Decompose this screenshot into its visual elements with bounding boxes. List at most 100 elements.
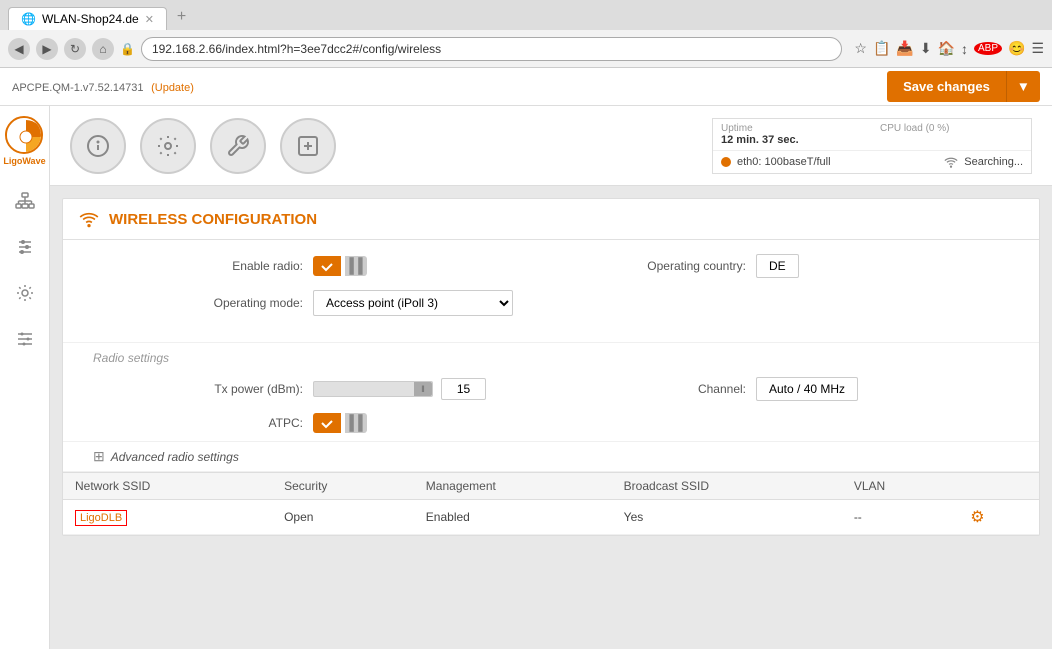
nav-tools-button[interactable] xyxy=(210,118,266,174)
table-row: LigoDLB Open Enabled Yes xyxy=(63,500,1039,535)
logo: LigoWave xyxy=(3,116,45,166)
wireless-icon xyxy=(79,209,99,229)
top-nav xyxy=(70,118,336,174)
forward-button[interactable]: ▶ xyxy=(36,38,58,60)
broadcast-value: Yes xyxy=(624,510,644,524)
advanced-label: Advanced radio settings xyxy=(111,450,239,464)
bookmark-icon[interactable]: ☆ xyxy=(854,40,867,57)
operating-country-button[interactable]: DE xyxy=(756,254,799,278)
tx-power-label: Tx power (dBm): xyxy=(143,382,303,396)
nav-info-button[interactable] xyxy=(70,118,126,174)
management-value: Enabled xyxy=(426,510,470,524)
eth-label: eth0: 100baseT/full xyxy=(737,156,831,168)
operating-mode-select[interactable]: Access point (iPoll 3) Station Access po… xyxy=(313,290,513,316)
operating-mode-group: Operating mode: Access point (iPoll 3) S… xyxy=(93,290,566,316)
save-changes-button[interactable]: Save changes xyxy=(887,71,1006,102)
tx-slider-track[interactable]: ‖ xyxy=(313,381,433,397)
download-icon[interactable]: ⬇ xyxy=(920,40,932,57)
operating-country-label: Operating country: xyxy=(586,259,746,273)
sidebar-item-sliders[interactable] xyxy=(4,226,46,268)
radio-settings-title: Radio settings xyxy=(63,343,1039,369)
col-vlan: VLAN xyxy=(842,473,958,500)
form-row-mode: Operating mode: Access point (iPoll 3) S… xyxy=(93,290,1009,316)
channel-button[interactable]: Auto / 40 MHz xyxy=(756,377,858,401)
channel-group: Channel: Auto / 40 MHz xyxy=(586,377,1009,401)
nav-settings-button[interactable] xyxy=(140,118,196,174)
home-nav-icon[interactable]: 🏠 xyxy=(938,40,955,57)
panel-title: WIRELESS CONFIGURATION xyxy=(109,211,317,228)
status-wifi: Searching... xyxy=(936,151,1031,173)
ssid-name[interactable]: LigoDLB xyxy=(75,510,127,526)
menu-icon[interactable]: ☰ xyxy=(1031,40,1044,57)
address-bar[interactable] xyxy=(141,37,842,61)
sidebar-item-menu[interactable] xyxy=(4,318,46,360)
form-row-enable: Enable radio: xyxy=(93,254,1009,278)
radio-form-section: Tx power (dBm): ‖ 15 xyxy=(63,369,1039,442)
col-management: Management xyxy=(414,473,612,500)
toggle-group xyxy=(313,256,367,276)
profile-icon[interactable]: 😊 xyxy=(1008,40,1025,57)
tab-icon: 🌐 xyxy=(21,12,36,26)
logo-text: LigoWave xyxy=(3,156,45,166)
uptime-label: Uptime xyxy=(721,123,864,134)
save-dropdown-button[interactable]: ▼ xyxy=(1006,71,1040,102)
logo-circle xyxy=(5,116,43,154)
radio-settings-section: Radio settings Tx power (dBm): ‖ xyxy=(63,343,1039,442)
ssid-table-head: Network SSID Security Management Broadca… xyxy=(63,473,1039,500)
ssid-table-body: LigoDLB Open Enabled Yes xyxy=(63,500,1039,535)
status-cpu: CPU load (0 %) xyxy=(872,119,1031,150)
refresh-button[interactable]: ↻ xyxy=(64,38,86,60)
new-tab-button[interactable]: + xyxy=(167,4,196,30)
col-actions xyxy=(958,473,1039,500)
sidebar-item-network[interactable] xyxy=(4,180,46,222)
ssid-cell: LigoDLB xyxy=(63,500,272,535)
lock-icon: 🔒 xyxy=(120,42,135,56)
close-icon[interactable]: ✕ xyxy=(145,13,154,26)
atpc-toggle-off[interactable] xyxy=(345,413,367,433)
tx-power-value[interactable]: 15 xyxy=(441,378,486,400)
vlan-value: -- xyxy=(854,510,862,524)
back-button[interactable]: ◀ xyxy=(8,38,30,60)
atpc-group: ATPC: xyxy=(93,413,566,433)
row-gear-button[interactable]: ⚙ xyxy=(970,507,984,527)
col-ssid: Network SSID xyxy=(63,473,272,500)
panel-header: WIRELESS CONFIGURATION xyxy=(63,199,1039,240)
advanced-toggle[interactable]: ⊞ Advanced radio settings xyxy=(63,442,1039,472)
eth-status-dot xyxy=(721,157,731,167)
nav-add-button[interactable] xyxy=(280,118,336,174)
channel-label: Channel: xyxy=(586,382,746,396)
tx-slider-thumb[interactable]: ‖ xyxy=(414,382,432,396)
browser-chrome: ◀ ▶ ↻ ⌂ 🔒 ☆ 📋 📥 ⬇ 🏠 ↕ ABP 😊 ☰ xyxy=(0,30,1052,68)
form-section-main: Enable radio: xyxy=(63,240,1039,343)
browser-tab[interactable]: 🌐 WLAN-Shop24.de ✕ xyxy=(8,7,167,30)
toggle-on-button[interactable] xyxy=(313,256,341,276)
right-panel: Uptime 12 min. 37 sec. CPU load (0 %) et… xyxy=(50,106,1052,649)
home-button[interactable]: ⌂ xyxy=(92,38,114,60)
reader-icon[interactable]: 📋 xyxy=(873,40,890,57)
update-link[interactable]: (Update) xyxy=(151,82,194,94)
tab-label: WLAN-Shop24.de xyxy=(42,12,139,26)
form-row-tx: Tx power (dBm): ‖ 15 xyxy=(93,377,1009,401)
action-cell: ⚙ xyxy=(958,500,1039,535)
main-container: LigoWave xyxy=(0,106,1052,649)
atpc-toggle-on[interactable] xyxy=(313,413,341,433)
toggle-off-button[interactable] xyxy=(345,256,367,276)
ssid-header-row: Network SSID Security Management Broadca… xyxy=(63,473,1039,500)
cpu-label: CPU load (0 %) xyxy=(880,123,1023,134)
sidebar-item-gear[interactable] xyxy=(4,272,46,314)
pause-icon xyxy=(345,255,367,277)
status-uptime: Uptime 12 min. 37 sec. xyxy=(713,119,872,150)
sidebar: LigoWave xyxy=(0,106,50,649)
plus-icon: ⊞ xyxy=(93,448,105,465)
sync-icon[interactable]: ↕ xyxy=(961,41,968,57)
operating-country-group: Operating country: DE xyxy=(586,254,1009,278)
vlan-cell: -- xyxy=(842,500,958,535)
abp-icon[interactable]: ABP xyxy=(974,42,1002,55)
config-panel: WIRELESS CONFIGURATION Enable radio: xyxy=(62,198,1040,536)
version-info: APCPE.QM-1.v7.52.14731 (Update) xyxy=(12,79,194,94)
status-box: Uptime 12 min. 37 sec. CPU load (0 %) et… xyxy=(712,118,1032,174)
management-cell: Enabled xyxy=(414,500,612,535)
col-broadcast: Broadcast SSID xyxy=(612,473,842,500)
ssid-table: Network SSID Security Management Broadca… xyxy=(63,472,1039,535)
pocket-icon[interactable]: 📥 xyxy=(896,40,913,57)
